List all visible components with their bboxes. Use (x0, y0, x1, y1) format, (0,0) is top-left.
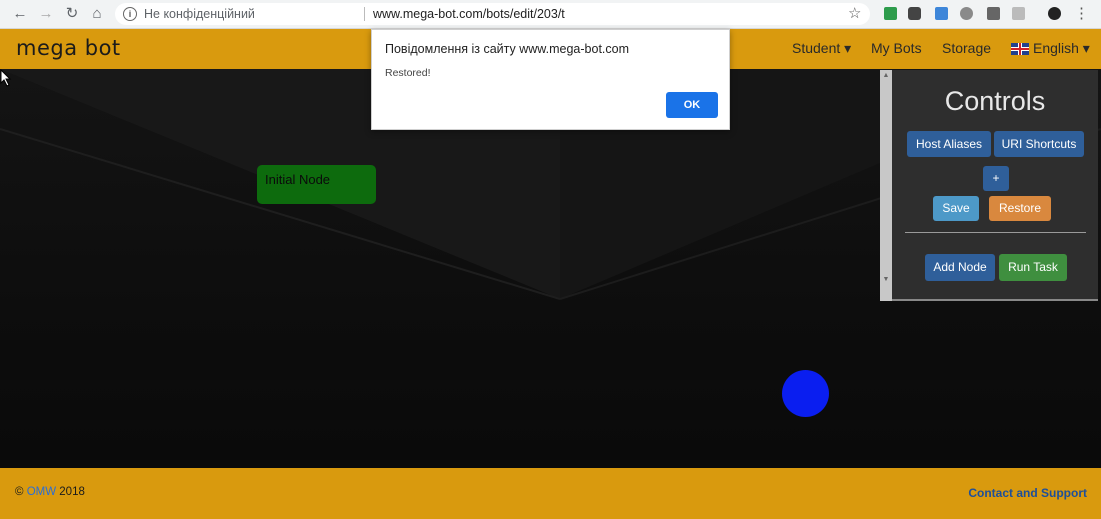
add-node-button[interactable]: Add Node (925, 254, 995, 281)
run-task-button[interactable]: Run Task (999, 254, 1067, 281)
restore-button[interactable]: Restore (989, 196, 1051, 221)
nav-my-bots[interactable]: My Bots (871, 40, 922, 56)
browser-toolbar: ← → ↻ ⌂ i Не конфіденційний www.mega-bot… (0, 0, 1101, 29)
profile-avatar-icon[interactable] (1048, 7, 1061, 20)
mouse-cursor-icon (0, 69, 12, 87)
copyright-year: 2018 (59, 486, 85, 498)
uk-flag-icon (1011, 43, 1029, 55)
info-icon[interactable]: i (123, 7, 137, 21)
bookmark-star-icon[interactable]: ☆ (848, 3, 861, 25)
brand-logo[interactable]: mega bot (16, 36, 121, 60)
scroll-down-icon[interactable]: ▼ (880, 274, 892, 286)
copyright: © OMW 2018 (15, 486, 85, 498)
add-button[interactable]: + (983, 166, 1009, 191)
copyright-symbol: © (15, 486, 24, 498)
forward-icon[interactable]: → (35, 3, 57, 25)
extension-icon[interactable] (884, 7, 897, 20)
save-button[interactable]: Save (933, 196, 979, 221)
controls-scrollbar[interactable]: ▲ ▼ (880, 70, 892, 301)
dialog-message: Restored! (385, 67, 431, 79)
extension-icon[interactable] (935, 7, 948, 20)
back-icon[interactable]: ← (9, 3, 31, 25)
address-bar[interactable]: i Не конфіденційний www.mega-bot.com/bot… (115, 3, 870, 25)
controls-panel: Controls Host Aliases URI Shortcuts + Sa… (892, 70, 1098, 301)
host-aliases-button[interactable]: Host Aliases (907, 131, 991, 157)
dialog-ok-button[interactable]: OK (666, 92, 718, 118)
extension-icon[interactable] (987, 7, 1000, 20)
youtube-extension-icon[interactable] (908, 7, 921, 20)
cursor-highlight (782, 370, 829, 417)
alert-dialog: Повідомлення із сайту www.mega-bot.com R… (371, 29, 730, 130)
home-icon[interactable]: ⌂ (86, 3, 108, 25)
initial-node[interactable]: Initial Node (257, 165, 376, 204)
omnibox-separator (364, 7, 365, 21)
adblock-extension-icon[interactable] (960, 7, 973, 20)
panel-divider (905, 232, 1086, 233)
dialog-title: Повідомлення із сайту www.mega-bot.com (385, 42, 630, 56)
browser-menu-icon[interactable]: ⋮ (1074, 4, 1089, 22)
nav-language-dropdown[interactable]: English ▾ (1033, 40, 1090, 57)
scroll-up-icon[interactable]: ▲ (880, 70, 892, 82)
controls-title: Controls (944, 86, 1046, 116)
reload-icon[interactable]: ↻ (61, 3, 83, 25)
url-text[interactable]: www.mega-bot.com/bots/edit/203/t (373, 3, 565, 25)
omw-link[interactable]: OMW (27, 486, 56, 498)
uri-shortcuts-button[interactable]: URI Shortcuts (994, 131, 1084, 157)
contact-support-link[interactable]: Contact and Support (968, 486, 1087, 500)
site-footer: © OMW 2018 Contact and Support (0, 468, 1101, 519)
nav-storage[interactable]: Storage (942, 40, 991, 56)
not-secure-label: Не конфіденційний (144, 7, 255, 21)
nav-student-dropdown[interactable]: Student ▾ (792, 40, 851, 57)
extension-icon[interactable] (1012, 7, 1025, 20)
